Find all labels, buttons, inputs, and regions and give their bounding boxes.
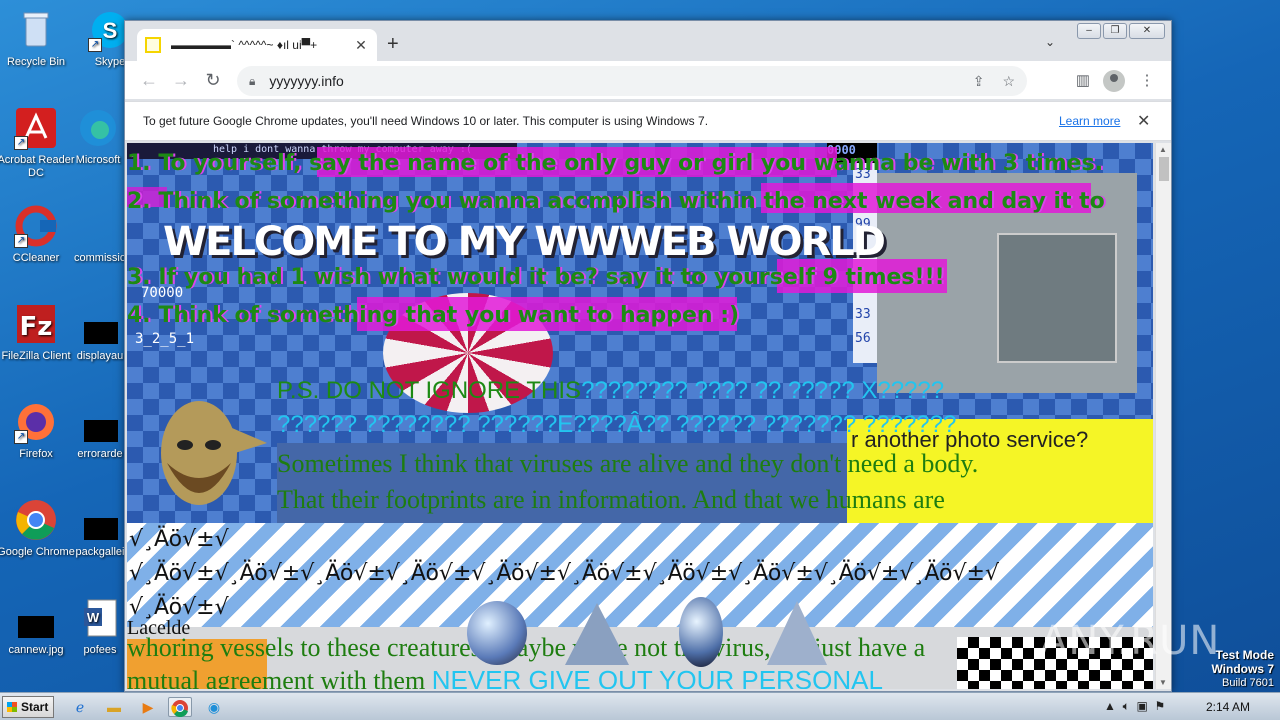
anyrun-watermark: ANY.RUN — [1040, 618, 1221, 664]
system-tray: ▲ 🔈︎ ▣ ⚑ — [1104, 699, 1165, 714]
photo-inner — [997, 233, 1117, 363]
file-icon — [78, 204, 122, 248]
word-icon: W — [78, 596, 122, 640]
file-icon — [78, 498, 122, 542]
edge-icon — [76, 106, 120, 150]
desktop-icon-label: Recycle Bin — [6, 56, 66, 68]
explorer-folder-icon[interactable]: ▬ — [102, 697, 126, 717]
elf-character — [137, 373, 267, 523]
pyramid-2-icon — [767, 601, 827, 665]
close-window-icon[interactable]: ✕ — [1129, 23, 1165, 39]
favicon-icon — [145, 37, 161, 53]
number-325: 3_2_5_1 — [135, 331, 195, 347]
welcome-heading: WELCOME TO MY WWWEB WORLD — [163, 219, 886, 265]
tab-title: ▬▬▬▬▬` ^^^^^~ ♦ıl ui▀+ — [171, 38, 318, 52]
update-infobar: To get future Google Chrome updates, you… — [125, 101, 1171, 141]
lock-icon[interactable]: 🔒︎ — [249, 74, 255, 89]
virus-text-line-2: That their footprints are in information… — [277, 485, 945, 514]
new-tab-icon[interactable]: + — [387, 33, 399, 56]
ps-green-text: P.S. DO NOT IGNORE THIS — [277, 377, 582, 404]
browser-tab[interactable]: ▬▬▬▬▬` ^^^^^~ ♦ıl ui▀+ ✕ — [137, 29, 377, 61]
scrollbar-thumb[interactable] — [1159, 157, 1169, 181]
watermark-line-1: Test Mode — [1215, 648, 1274, 662]
menu-kebab-icon[interactable]: ⋮ — [1137, 71, 1157, 89]
forward-icon[interactable]: → — [169, 70, 193, 90]
ccleaner-icon: ↗ — [14, 204, 58, 248]
action-center-flag-icon[interactable]: ⚑ — [1154, 699, 1165, 713]
tab-strip: ▬▬▬▬▬` ^^^^^~ ♦ıl ui▀+ ✕ + ⌄ ‒ ❐ ✕ — [125, 21, 1171, 61]
scroll-down-icon[interactable]: ▼ — [1159, 678, 1167, 687]
elf-face-icon — [161, 401, 267, 505]
desktop-icon-recycle-bin[interactable]: Recycle Bin — [0, 8, 76, 69]
symbol-line-2: √¸Äö√±√¸Äö√±√¸Äö√±√¸Äö√±√¸Äö√±√¸Äö√±√¸Äö… — [129, 561, 999, 586]
instruction-line-3: 3. If you had 1 wish what would it be? s… — [127, 265, 945, 290]
share-icon[interactable]: ⇪ — [973, 73, 985, 90]
watermark-line-3: Build 7601 — [1222, 677, 1274, 689]
recycle-bin-icon — [14, 8, 58, 52]
symbol-line-1: √¸Äö√±√ — [129, 527, 229, 552]
acrobat-icon: ↗ — [14, 106, 58, 150]
never-give-text: NEVER GIVE OUT YOUR PERSONAL — [431, 665, 883, 689]
volume-icon[interactable]: 🔈︎ — [1123, 699, 1130, 713]
network-icon[interactable]: ▣ — [1136, 699, 1147, 713]
tab-close-icon[interactable]: ✕ — [353, 37, 369, 54]
shortcut-arrow-icon: ↗ — [14, 430, 28, 444]
url-text[interactable]: yyyyyyy.info — [269, 73, 954, 89]
browser-window: ▬▬▬▬▬` ^^^^^~ ♦ıl ui▀+ ✕ + ⌄ ‒ ❐ ✕ ← → ↻… — [124, 20, 1172, 692]
shortcut-arrow-icon: ↗ — [14, 234, 28, 248]
firefox-icon: ↗ — [14, 400, 58, 444]
web-page-content: help i dont wanna throw my computer away… — [127, 143, 1153, 689]
browser-toolbar: ← → ↻ 🔒︎ yyyyyyy.info ⇪ ☆ ▥ ⋮ — [125, 61, 1171, 99]
scroll-up-icon[interactable]: ▲ — [1159, 145, 1167, 154]
bottom-text-line-2-green: mutual agreement with them — [127, 666, 426, 689]
svg-text:Fz: Fz — [20, 312, 53, 342]
infobar-message: To get future Google Chrome updates, you… — [143, 114, 709, 128]
test-mode-watermark: Test Mode Windows 7 Build 7601 — [1211, 649, 1274, 690]
file-icon — [78, 400, 122, 444]
minimize-icon[interactable]: ‒ — [1077, 23, 1101, 39]
crystal-ball-icon — [467, 601, 527, 665]
media-player-icon[interactable]: ▶ — [136, 697, 160, 717]
ps-warning: P.S. DO NOT IGNORE THIS???????? ???? ?? … — [277, 377, 944, 405]
shortcut-arrow-icon: ↗ — [88, 38, 102, 52]
instruction-line-1: 1. To yourself, say the name of the only… — [127, 151, 1104, 176]
reload-icon[interactable]: ↻ — [201, 70, 225, 90]
start-button[interactable]: Start — [2, 696, 54, 718]
chrome-icon — [14, 498, 58, 542]
image-file-icon — [14, 596, 58, 640]
chrome-taskbar-icon[interactable] — [168, 697, 192, 718]
pyramid-icon — [565, 603, 629, 665]
svg-text:W: W — [87, 610, 100, 625]
edge-taskbar-icon[interactable]: ◉ — [202, 697, 226, 717]
profile-avatar-icon[interactable] — [1103, 70, 1125, 92]
ie-icon[interactable]: ℯ — [68, 697, 92, 717]
shortcut-arrow-icon: ↗ — [14, 136, 28, 150]
taskbar: Start ℯ ▬ ▶ ◉ ▲ 🔈︎ ▣ ⚑ 2:14 AM — [0, 692, 1280, 720]
file-icon — [78, 302, 122, 346]
ps-cyan-text: ???????? ???? ?? ????? X????? — [581, 377, 945, 404]
ps-cyan-line-2: ?????? ???????? ??????E????Â?? ?????? ??… — [277, 411, 957, 438]
tab-search-chevron-icon[interactable]: ⌄ — [1045, 35, 1055, 49]
tray-expand-icon[interactable]: ▲ — [1104, 699, 1116, 713]
svg-text:S: S — [103, 18, 118, 43]
filezilla-icon: Fz — [14, 302, 58, 346]
back-icon[interactable]: ← — [137, 70, 161, 90]
number-56: 56 — [855, 331, 871, 346]
learn-more-link[interactable]: Learn more — [1059, 114, 1120, 128]
virus-text-line-1: Sometimes I think that viruses are alive… — [277, 449, 979, 478]
watermark-line-2: Windows 7 — [1211, 662, 1274, 676]
maximize-icon[interactable]: ❐ — [1103, 23, 1127, 39]
infobar-close-icon[interactable]: ✕ — [1137, 111, 1150, 131]
number-33b: 33 — [855, 307, 871, 322]
address-bar[interactable]: 🔒︎ yyyyyyy.info ⇪ ☆ — [237, 66, 1027, 96]
instruction-line-4: 4. Think of something that you want to h… — [127, 303, 740, 328]
clock[interactable]: 2:14 AM — [1206, 700, 1250, 714]
side-panel-icon[interactable]: ▥ — [1073, 71, 1093, 89]
bookmark-star-icon[interactable]: ☆ — [1002, 73, 1015, 90]
crystal-ball-2-icon — [679, 597, 723, 667]
page-scrollbar[interactable]: ▲ ▼ — [1155, 143, 1171, 689]
bottom-text-line-2: mutual agreement with them NEVER GIVE OU… — [127, 665, 883, 689]
instruction-line-2: 2. Think of something you wanna accmplis… — [127, 189, 1105, 214]
